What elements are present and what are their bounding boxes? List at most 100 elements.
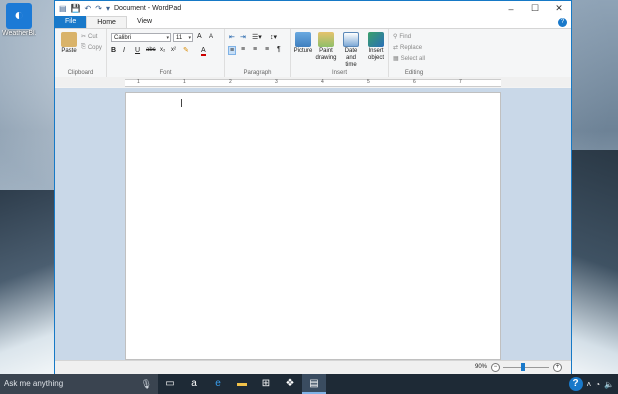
cortana-search-box[interactable]: Ask me anything 🎙 [0, 374, 158, 394]
align-left-icon[interactable]: ≡ [228, 46, 237, 55]
paragraph-settings-icon[interactable]: ¶ [277, 46, 281, 53]
binoculars-icon: ⚲ [393, 34, 398, 40]
copy-button[interactable]: ⎘ Copy [81, 44, 102, 51]
object-label-line1: Insert [368, 48, 384, 54]
font-group-label: Font [159, 70, 172, 76]
bold-button[interactable]: B [111, 47, 116, 54]
line-spacing-icon[interactable]: ↕▾ [270, 33, 277, 41]
redo-icon[interactable]: ↷ [95, 4, 102, 13]
clipboard-group: Paste ✂ Cut ⎘ Copy Clipboard [55, 29, 107, 77]
zoom-slider-thumb[interactable] [521, 363, 525, 371]
help-tips-icon[interactable]: ? [568, 377, 583, 391]
calendar-icon [343, 32, 359, 47]
store-icon[interactable]: ⊞ [254, 374, 278, 394]
justify-icon[interactable]: ≡ [265, 46, 269, 53]
align-center-icon[interactable]: ≡ [241, 46, 245, 53]
wallpaper-mountain-right [572, 150, 618, 374]
increase-indent-icon[interactable]: ⇥ [240, 33, 246, 41]
align-right-icon[interactable]: ≡ [253, 46, 257, 53]
picture-icon [295, 32, 311, 47]
superscript-button[interactable]: x² [171, 47, 176, 53]
save-icon[interactable]: 💾 [71, 4, 81, 13]
amazon-icon[interactable]: a [182, 374, 206, 394]
ruler-number: 6 [413, 79, 416, 85]
select-all-button[interactable]: ▦ Select all [393, 55, 425, 63]
datetime-label-line1: Date and [344, 48, 358, 61]
close-button[interactable]: ✕ [547, 3, 571, 14]
picture-label: Picture [293, 48, 313, 54]
document-page[interactable] [125, 92, 501, 360]
insert-object-button[interactable]: Insert object [365, 32, 387, 62]
wordpad-app-icon[interactable]: ▤ [59, 4, 67, 13]
copy-label: Copy [87, 44, 102, 51]
select-all-icon: ▦ [393, 56, 399, 62]
search-placeholder: Ask me anything [4, 379, 64, 388]
ribbon: Paste ✂ Cut ⎘ Copy Clipboard Calibri ▾ 11 ▾ … [55, 28, 571, 78]
replace-button[interactable]: ⇄ Replace [393, 44, 423, 52]
customize-qa-icon[interactable]: ▾ [106, 4, 110, 13]
underline-button[interactable]: U [135, 47, 140, 54]
network-icon[interactable]: ◔ [595, 380, 600, 389]
ruler-number: 1 [137, 79, 140, 85]
bullets-icon[interactable]: ☰▾ [252, 33, 262, 41]
font-size-value: 11 [176, 35, 183, 41]
zoom-level: 90% [475, 364, 488, 370]
zoom-slider[interactable] [503, 367, 549, 368]
cut-button[interactable]: ✂ Cut [81, 33, 97, 41]
wallpaper-mountain-left [0, 190, 56, 374]
paste-icon [61, 32, 77, 47]
paint-drawing-button[interactable]: Paint drawing [315, 32, 337, 62]
grow-font-button[interactable]: A [197, 33, 202, 40]
ruler-number: 5 [367, 79, 370, 85]
clipboard-group-label: Clipboard [67, 70, 94, 76]
microphone-icon[interactable]: 🎙 [141, 374, 152, 394]
font-color-button[interactable]: A [201, 47, 206, 56]
show-hidden-icons-icon[interactable]: ˄ [587, 380, 592, 389]
tab-view[interactable]: View [127, 16, 162, 28]
ruler[interactable]: 1 1 2 3 4 5 6 7 [55, 77, 571, 87]
taskbar: Ask me anything 🎙 ▭ a e ▬ ⊞ ❖ ▤ ? ˄ ◔ 🔈 [0, 374, 618, 394]
font-family-select[interactable]: Calibri ▾ [111, 33, 171, 42]
scissors-icon: ✂ [81, 34, 87, 40]
zoom-out-button[interactable]: − [491, 363, 500, 372]
highlighter-icon[interactable]: ✎ [183, 46, 189, 54]
zoom-in-button[interactable]: + [553, 363, 562, 372]
ruler-number: 1 [183, 79, 186, 85]
ruler-bar [125, 79, 501, 87]
chevron-down-icon: ▾ [166, 35, 169, 41]
paste-button[interactable]: Paste [59, 32, 79, 55]
task-view-icon[interactable]: ▭ [158, 374, 182, 394]
replace-label: Replace [400, 44, 423, 51]
volume-icon[interactable]: 🔈 [604, 380, 614, 389]
font-size-select[interactable]: 11 ▾ [173, 33, 193, 42]
paste-label: Paste [61, 48, 77, 54]
minimize-button[interactable]: – [499, 4, 523, 14]
editing-group: ⚲ Find ⇄ Replace ▦ Select all Editing [389, 29, 439, 77]
strikethrough-button[interactable]: abc [146, 47, 156, 53]
picture-button[interactable]: Picture [292, 32, 314, 55]
text-caret [181, 99, 182, 107]
undo-icon[interactable]: ↶ [85, 4, 92, 13]
edge-icon[interactable]: e [206, 374, 230, 394]
find-button[interactable]: ⚲ Find [393, 33, 411, 41]
subscript-button[interactable]: x₂ [160, 47, 165, 53]
document-area [55, 88, 571, 360]
window-title: Document - WordPad [113, 5, 182, 12]
desktop-icon-weatherbug[interactable]: ◐ WeatherBl... [2, 3, 36, 37]
paint-label-line2: drawing [315, 55, 337, 61]
tab-home[interactable]: Home [86, 16, 127, 28]
shrink-font-button[interactable]: A [209, 34, 213, 40]
maximize-button[interactable]: ☐ [523, 3, 547, 14]
editing-group-label: Editing [404, 70, 424, 76]
decrease-indent-icon[interactable]: ⇤ [229, 33, 235, 41]
object-label-line2: object [367, 55, 384, 61]
file-explorer-icon[interactable]: ▬ [230, 374, 254, 394]
help-icon[interactable]: ? [558, 18, 567, 27]
wordpad-taskbar-icon[interactable]: ▤ [302, 374, 326, 394]
ruler-number: 7 [459, 79, 462, 85]
wordpad-window: ▤ 💾 ↶ ↷ ▾ Document - WordPad – ☐ ✕ File … [54, 0, 572, 374]
dropbox-icon[interactable]: ❖ [278, 374, 302, 394]
date-time-button[interactable]: Date and time [340, 32, 362, 69]
tab-file[interactable]: File [55, 16, 87, 28]
italic-button[interactable]: I [123, 47, 125, 54]
